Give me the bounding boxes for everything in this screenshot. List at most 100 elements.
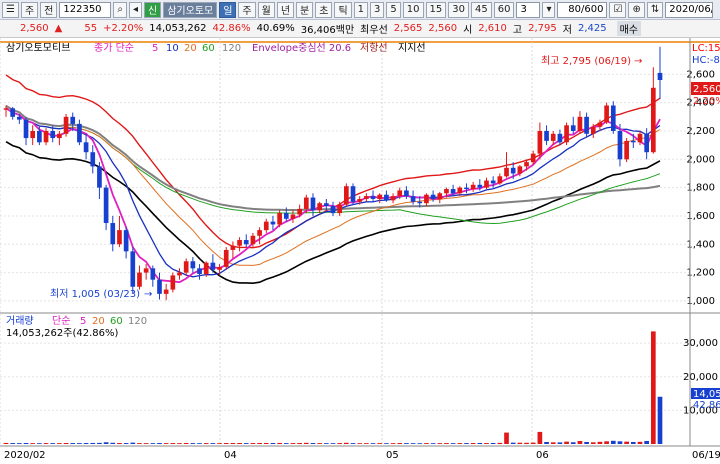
- high-arrow-icon: →: [634, 56, 642, 67]
- volume-pct: 42.86%: [212, 23, 251, 34]
- candle-body: [377, 194, 383, 199]
- volume-bar: [203, 443, 209, 444]
- interval-5[interactable]: 5: [386, 1, 401, 18]
- interval-select[interactable]: 3: [516, 1, 541, 18]
- volume-bar: [564, 441, 569, 444]
- quote-bar: 2,560 ▲ 55 +2.20% 14,053,262 42.86% 40.6…: [0, 20, 720, 38]
- candle-body: [250, 235, 256, 245]
- count-input[interactable]: 80/600: [557, 1, 608, 18]
- lc-value: LC:154: [692, 43, 720, 54]
- period-week[interactable]: 주: [238, 1, 256, 18]
- interval-30[interactable]: 30: [448, 1, 469, 18]
- vol-ma5: 5: [80, 316, 86, 327]
- volume-bar: [277, 442, 282, 444]
- period-min[interactable]: 분: [296, 1, 314, 18]
- interval-10[interactable]: 10: [402, 1, 424, 18]
- volume-bar: [444, 443, 449, 444]
- toolbar-top: ☰ 주 전 122350 ⌕ ◂ 신 삼기오토모 일 주 월 년 분 초 틱 1…: [0, 0, 720, 20]
- x-tick-label: 2020/02: [4, 450, 46, 461]
- volume-bar: [550, 442, 556, 444]
- volume-bar: [103, 442, 109, 444]
- volume-bar: [490, 442, 496, 444]
- volume-bar: [157, 442, 162, 444]
- search-icon[interactable]: ⌕: [113, 1, 127, 18]
- period-month[interactable]: 월: [257, 1, 275, 18]
- candle-body: [350, 186, 356, 202]
- volume-bar: [143, 443, 149, 444]
- candle-body: [397, 190, 403, 197]
- candle-body: [217, 266, 222, 270]
- mode-select[interactable]: 주: [20, 1, 39, 18]
- low-value: 2,425: [577, 23, 607, 34]
- volume-bar: [357, 443, 363, 444]
- volume-bar: [590, 442, 596, 444]
- candle-body: [430, 194, 436, 199]
- period-tick[interactable]: 틱: [334, 1, 352, 18]
- volume-bar: [384, 443, 389, 444]
- date-input[interactable]: 2020/06/1: [665, 1, 714, 18]
- x-tick-label: 04: [224, 450, 237, 461]
- volume-bar: [323, 443, 329, 444]
- candle-body: [90, 152, 96, 167]
- candle-body: [584, 116, 589, 134]
- stock-chart[interactable]: 2,6002,4002,2002,0001,8001,6001,4001,200…: [0, 38, 720, 461]
- checkbox-icon[interactable]: ☑: [609, 1, 627, 18]
- chart-area[interactable]: 2,600 2,400 2,200 2,000 1,800 1,600 1,400 1,200…: [0, 38, 720, 461]
- interval-3[interactable]: 3: [370, 1, 385, 18]
- prev-icon[interactable]: ◂: [128, 1, 143, 18]
- ma120-label: 120: [222, 43, 241, 54]
- period-year[interactable]: 년: [276, 1, 295, 18]
- type-select[interactable]: 전: [40, 1, 58, 18]
- stock-badge: 신: [144, 1, 162, 18]
- volume-bar: [303, 442, 309, 444]
- buy-button[interactable]: 매수: [616, 21, 641, 36]
- candle-body: [143, 268, 149, 273]
- volume-bar: [297, 442, 302, 444]
- candle-body: [37, 130, 42, 143]
- volume-bar: [397, 443, 403, 444]
- zoom-icon[interactable]: ⊕: [628, 1, 645, 18]
- candle-body: [10, 108, 16, 117]
- dropdown-icon[interactable]: ▾: [542, 1, 556, 18]
- volume-bar: [630, 441, 636, 444]
- volume-bar: [637, 441, 643, 444]
- candle-body: [77, 123, 82, 143]
- candle-body: [203, 262, 209, 275]
- interval-60[interactable]: 60: [493, 1, 515, 18]
- menu-icon[interactable]: ☰: [2, 1, 19, 18]
- candle-body: [57, 133, 62, 139]
- toggle-icon[interactable]: ⇅: [646, 1, 664, 18]
- volume-bar: [404, 443, 409, 444]
- candle-body: [437, 193, 443, 199]
- low-annotation: 최저 1,005 (03/23): [50, 288, 140, 300]
- volume-bar: [650, 331, 656, 444]
- volume-bar: [610, 440, 616, 444]
- period-day[interactable]: 일: [219, 1, 237, 18]
- interval-45[interactable]: 45: [470, 1, 492, 18]
- volume-bar: [43, 443, 49, 444]
- volume-bar: [3, 442, 9, 444]
- volume-bar: [350, 443, 356, 444]
- volume-bar: [177, 443, 182, 444]
- code-input[interactable]: 122350: [59, 1, 112, 18]
- candle-body: [597, 122, 603, 127]
- volume-bar: [77, 443, 82, 444]
- high-annotation: 최고 2,795 (06/19): [541, 55, 631, 67]
- candle-body: [650, 87, 656, 153]
- interval-15[interactable]: 15: [425, 1, 447, 18]
- period-sec[interactable]: 초: [315, 1, 333, 18]
- x-tick-label: 05: [386, 450, 399, 461]
- ma10-label: 10: [166, 43, 179, 54]
- candle-body: [137, 272, 142, 287]
- candle-body: [123, 230, 129, 252]
- high-value: 2,795: [528, 23, 557, 34]
- candle-body: [3, 108, 9, 110]
- candle-body: [564, 125, 569, 143]
- volume-bar: [30, 443, 36, 444]
- candle-body: [170, 275, 176, 290]
- volume-bar: [470, 443, 476, 444]
- volume-bar: [537, 431, 543, 444]
- interval-1[interactable]: 1: [353, 1, 369, 18]
- stock-name[interactable]: 삼기오토모: [163, 1, 218, 18]
- candle-body: [230, 245, 236, 250]
